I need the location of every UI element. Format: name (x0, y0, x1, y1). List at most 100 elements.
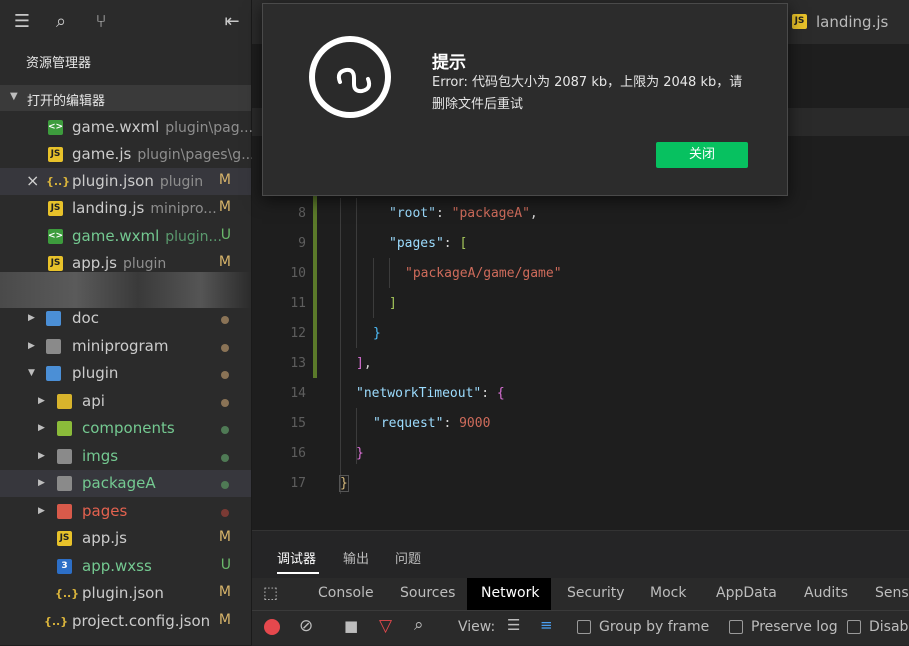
json-bracket: } (356, 446, 364, 461)
json-number: 9000 (459, 416, 491, 431)
tree-folder-pages[interactable]: ▶ pages (0, 498, 251, 525)
open-editor-item[interactable]: JS landing.js minipro... M (0, 195, 251, 222)
json-colon: : (443, 416, 460, 431)
status-badge: M (218, 199, 231, 215)
tree-folder-imgs[interactable]: ▶ imgs (0, 443, 251, 470)
code-line: } (339, 475, 349, 492)
tab-sources[interactable]: Sources (400, 585, 455, 601)
file-path: plugin (123, 256, 167, 272)
active-tab-indicator (277, 572, 319, 574)
tree-item-label: project.config.json (72, 612, 211, 630)
tab-debugger[interactable]: 调试器 (277, 548, 316, 567)
open-editor-item[interactable]: <> game.wxml plugin\pag... (0, 114, 253, 141)
tree-item-label: components (82, 419, 175, 437)
indent-guide (356, 198, 357, 348)
tree-file-plugin-json[interactable]: {..} plugin.json M (0, 580, 251, 607)
tab-console[interactable]: Console (318, 585, 374, 601)
disable-cache-checkbox[interactable] (847, 620, 861, 634)
file-path: plugin... (165, 229, 222, 245)
preserve-log-checkbox[interactable] (729, 620, 743, 634)
open-editor-item[interactable]: JS game.js plugin\pages\g... (0, 141, 255, 168)
open-editors-header[interactable]: ▼ 打开的编辑器 (0, 85, 251, 111)
json-bracket: } (340, 476, 348, 491)
json-string: "packageA" (451, 206, 530, 221)
status-badge: M (218, 172, 231, 188)
tab-label: landing.js (816, 13, 889, 31)
json-bracket: { (496, 386, 505, 401)
file-path: plugin\pages\g... (137, 147, 255, 163)
line-number: 13 (290, 356, 306, 371)
status-badge: U (220, 557, 231, 573)
json-colon: : (435, 206, 452, 221)
line-number: 12 (290, 326, 306, 341)
json-key: "request" (373, 416, 444, 431)
code-line: ], (356, 356, 372, 371)
tree-item-label: plugin.json (82, 584, 164, 602)
camera-icon[interactable]: ■ (344, 617, 358, 635)
source-control-icon[interactable]: ⑂ (91, 12, 111, 32)
indent-guide (340, 198, 341, 494)
tree-file-app-wxss[interactable]: 3 app.wxss U (0, 553, 251, 580)
folder-icon (57, 476, 72, 491)
group-by-frame-label: Group by frame (599, 619, 710, 635)
close-button[interactable]: 关闭 (656, 142, 748, 168)
obscured-region (0, 272, 251, 308)
tree-item-label: imgs (82, 447, 119, 465)
chevron-right-icon: ▶ (38, 506, 45, 516)
indent-guide (373, 258, 374, 318)
tab-audits[interactable]: Audits (804, 585, 848, 601)
status-badge: M (218, 584, 231, 600)
activity-bar: ☰ ⌕ ⑂ ⇤ (0, 0, 251, 44)
chevron-down-icon: ▼ (10, 91, 18, 102)
css-file-icon: 3 (57, 559, 72, 574)
tab-sensors[interactable]: Senso (875, 585, 909, 601)
tree-folder-components[interactable]: ▶ components (0, 415, 251, 442)
status-badge: U (220, 227, 231, 243)
collapse-sidebar-icon[interactable]: ⇤ (222, 12, 242, 32)
search-icon[interactable]: ⌕ (51, 12, 71, 32)
disable-cache-label: Disabl (869, 619, 909, 635)
explorer-icon[interactable]: ☰ (12, 12, 32, 32)
status-badge: M (218, 612, 231, 628)
tab-problems[interactable]: 问题 (395, 548, 421, 567)
tab-output[interactable]: 输出 (343, 548, 369, 567)
close-icon[interactable]: × (26, 171, 39, 190)
file-name: game.wxml (72, 227, 160, 245)
json-file-icon: {..} (55, 587, 80, 600)
wxml-file-icon: <> (48, 229, 63, 244)
open-editor-item[interactable]: × {..} plugin.json plugin M (0, 168, 251, 195)
tab-network[interactable]: Network (481, 585, 539, 601)
tab-mock[interactable]: Mock (650, 585, 686, 601)
filter-icon[interactable]: ▽ (379, 616, 392, 636)
json-file-icon: {..} (44, 615, 69, 628)
code-line: } (356, 446, 364, 461)
status-dot (221, 371, 229, 379)
tree-file-app-js[interactable]: JS app.js M (0, 525, 251, 552)
search-icon[interactable]: ⌕ (414, 615, 424, 635)
json-key: "pages" (389, 236, 444, 251)
explorer-title: 资源管理器 (26, 56, 92, 71)
record-icon[interactable] (264, 619, 280, 635)
open-editor-item[interactable]: <> game.wxml plugin... U (0, 223, 251, 250)
tree-folder-miniprogram[interactable]: ▶ miniprogram (0, 333, 251, 360)
element-picker-icon[interactable]: ⬚ (263, 583, 278, 602)
tree-folder-plugin[interactable]: ▼ plugin (0, 360, 251, 387)
group-by-frame-checkbox[interactable] (577, 620, 591, 634)
dialog-title: 提示 (432, 53, 466, 73)
tree-file-project-config[interactable]: {..} project.config.json M (0, 608, 251, 635)
tab-appdata[interactable]: AppData (716, 585, 777, 601)
clear-icon[interactable]: ⊘ (299, 616, 313, 636)
status-dot (221, 454, 229, 462)
tree-folder-packageA[interactable]: ▶ packageA (0, 470, 251, 497)
list-view-icon[interactable]: ☰ (507, 616, 520, 634)
line-number: 11 (290, 296, 306, 311)
waterfall-icon[interactable]: ≡ (540, 616, 553, 634)
status-dot (221, 316, 229, 324)
status-badge: M (218, 254, 231, 270)
tree-folder-doc[interactable]: ▶ doc (0, 305, 251, 332)
folder-icon (57, 421, 72, 436)
tab-landing-js[interactable]: JS landing.js (786, 0, 909, 44)
json-comma: , (529, 206, 538, 221)
tree-folder-api[interactable]: ▶ api (0, 388, 251, 415)
tab-security[interactable]: Security (567, 585, 625, 601)
